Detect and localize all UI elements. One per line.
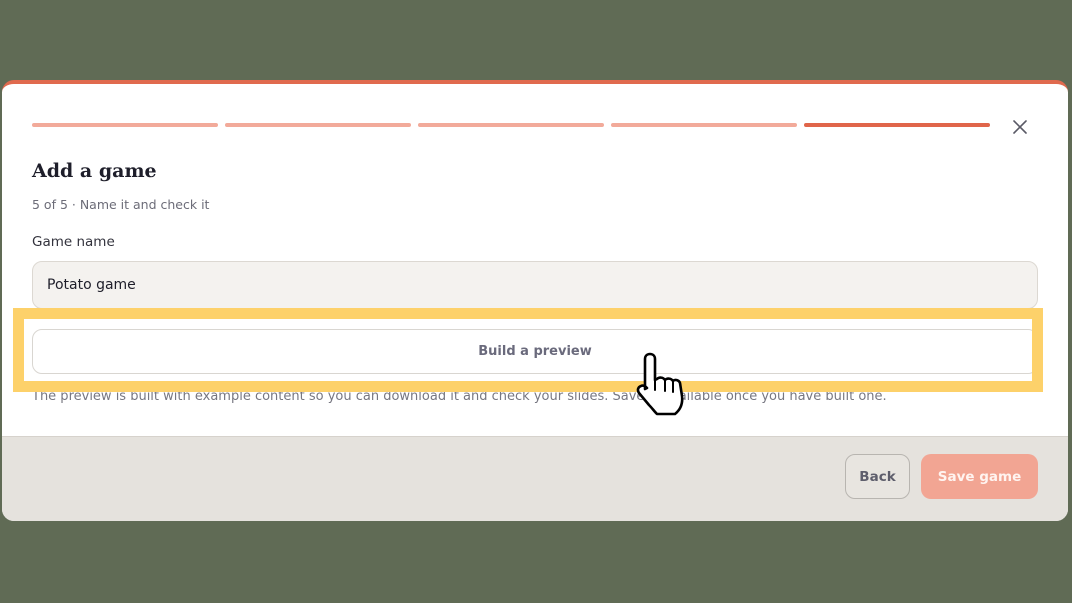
close-icon (1013, 120, 1027, 134)
dialog-title: Add a game (32, 160, 157, 182)
progress-step-5 (804, 123, 990, 127)
build-preview-button[interactable]: Build a preview (32, 329, 1038, 374)
game-name-label: Game name (32, 234, 115, 250)
back-button[interactable]: Back (845, 454, 910, 499)
step-subtitle: 5 of 5 · Name it and check it (32, 197, 210, 212)
progress-step-4 (611, 123, 797, 127)
add-game-dialog: Add a game 5 of 5 · Name it and check it… (2, 80, 1068, 521)
progress-step-2 (225, 123, 411, 127)
step-progress (32, 123, 990, 127)
progress-step-1 (32, 123, 218, 127)
save-game-button[interactable]: Save game (921, 454, 1038, 499)
preview-help-text: The preview is built with example conten… (32, 389, 887, 404)
game-name-input[interactable] (32, 261, 1038, 309)
close-button[interactable] (1008, 115, 1032, 139)
progress-step-3 (418, 123, 604, 127)
dialog-footer: Back Save game (2, 436, 1068, 521)
